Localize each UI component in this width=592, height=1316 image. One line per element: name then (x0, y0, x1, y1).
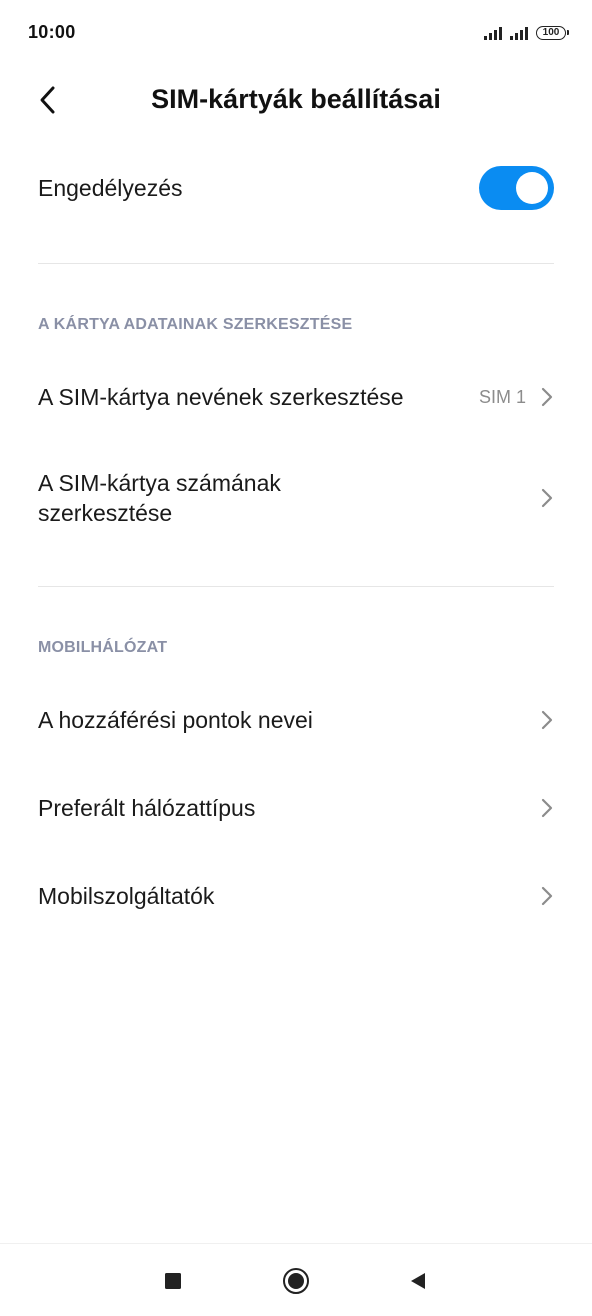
edit-sim-name-row[interactable]: A SIM-kártya nevének szerkesztése SIM 1 (38, 377, 554, 417)
signal-strength-icon (484, 26, 502, 40)
chevron-right-icon (541, 798, 553, 818)
mobile-operators-row[interactable]: Mobilszolgáltatók (38, 876, 554, 916)
recents-button[interactable] (158, 1266, 188, 1296)
chevron-right-icon (541, 488, 553, 508)
back-nav-button[interactable] (403, 1266, 433, 1296)
battery-level: 100 (542, 27, 560, 38)
header: SIM-kártyák beállításai (0, 70, 592, 130)
sim-name-value: SIM 1 (478, 386, 526, 407)
page-title: SIM-kártyák beállításai (151, 84, 441, 114)
chevron-right-icon (541, 387, 553, 407)
recents-square-icon (165, 1273, 181, 1289)
status-time: 10:00 (28, 22, 76, 42)
apn-row[interactable]: A hozzáférési pontok nevei (38, 700, 554, 740)
enable-label: Engedélyezés (38, 174, 183, 201)
edit-sim-name-label: A SIM-kártya nevének szerkesztése (38, 384, 404, 410)
enable-row: Engedélyezés (38, 160, 554, 216)
preferred-network-row[interactable]: Preferált hálózattípus (38, 788, 554, 828)
divider (38, 263, 554, 264)
chevron-right-icon (541, 886, 553, 906)
apn-label: A hozzáférési pontok nevei (38, 707, 313, 733)
sim-settings-screen: 10:00 100 SIM-kártyák beállításai Engedé… (0, 0, 592, 1316)
signal-strength-icon (510, 26, 528, 40)
chevron-right-icon (541, 710, 553, 730)
navigation-bar (0, 1243, 592, 1316)
enable-toggle[interactable] (479, 166, 554, 210)
section-header-card-data: A KÁRTYA ADATAINAK SZERKESZTÉSE (38, 316, 353, 333)
divider (38, 586, 554, 587)
home-circle-icon (283, 1268, 309, 1294)
mobile-operators-label: Mobilszolgáltatók (38, 883, 215, 909)
toggle-knob (516, 172, 548, 204)
back-triangle-icon (411, 1273, 425, 1289)
preferred-network-label: Preferált hálózattípus (38, 795, 256, 821)
edit-sim-number-row[interactable]: A SIM-kártya számának szerkesztése (38, 467, 554, 529)
status-icons: 100 (484, 26, 569, 40)
status-bar: 10:00 100 (0, 0, 592, 70)
battery-icon: 100 (536, 26, 569, 40)
section-header-mobile-network: MOBILHÁLÓZAT (38, 639, 168, 656)
edit-sim-number-label: A SIM-kártya számának szerkesztése (38, 470, 281, 526)
home-button[interactable] (281, 1266, 311, 1296)
